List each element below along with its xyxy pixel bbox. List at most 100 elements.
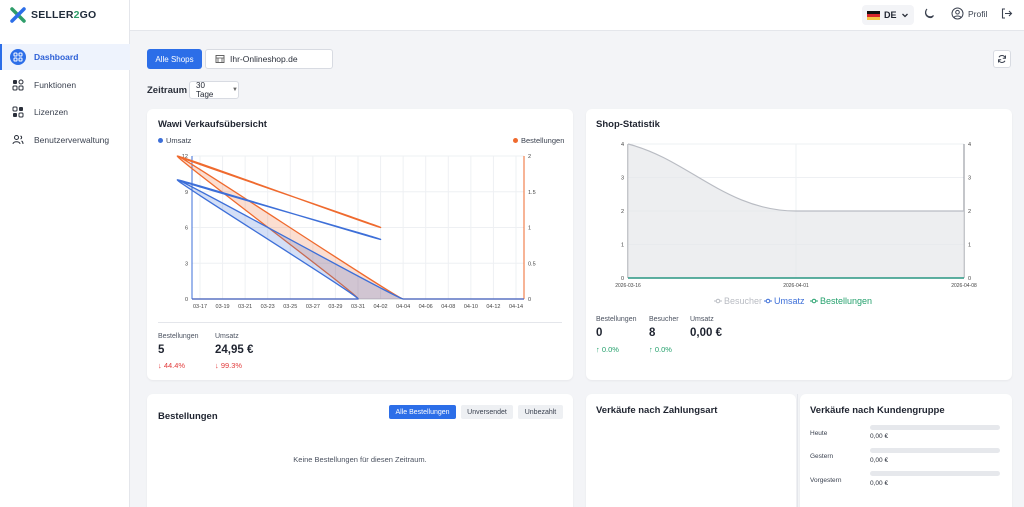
orders-card-title: Bestellungen bbox=[158, 411, 218, 422]
y-left-tick-label: 0 bbox=[621, 276, 624, 282]
legend-umsatz[interactable]: Umsatz bbox=[158, 136, 191, 145]
y-left-tick-label: 4 bbox=[621, 142, 624, 148]
german-flag-icon bbox=[867, 10, 880, 20]
orders-empty-message: Keine Bestellungen für diesen Zeitraum. bbox=[293, 455, 427, 464]
top-bar: DE Profil bbox=[130, 0, 1024, 31]
y-right-tick-label: 2 bbox=[528, 154, 531, 160]
caret-down-icon: ▼ bbox=[232, 87, 238, 93]
period-select-value: 30 Tage bbox=[196, 81, 214, 99]
shop-stats-title: Shop-Statistik bbox=[596, 119, 660, 130]
y-right-tick-label: 0 bbox=[528, 297, 531, 303]
y-left-tick-label: 3 bbox=[621, 176, 624, 182]
functions-icon bbox=[10, 77, 26, 93]
y-right-tick-label: 2 bbox=[968, 209, 971, 215]
y-left-tick-label: 6 bbox=[185, 226, 188, 232]
dark-mode-toggle[interactable] bbox=[922, 7, 936, 21]
logout-button[interactable] bbox=[1000, 7, 1013, 20]
x-tick-label: 04-10 bbox=[464, 304, 478, 310]
legend-label: Bestellungen bbox=[820, 296, 872, 306]
language-selector[interactable]: DE bbox=[862, 5, 914, 25]
sidebar-item-dashboard[interactable]: Dashboard bbox=[0, 44, 130, 70]
shop-stat-orders-change: ↑ 0.0% bbox=[596, 345, 619, 354]
x-tick-label: 2026-04-01 bbox=[783, 283, 809, 289]
x-tick-label: 03-19 bbox=[216, 304, 230, 310]
legend-label: Bestellungen bbox=[521, 136, 565, 145]
tab-unshipped[interactable]: Unversendet bbox=[461, 405, 513, 419]
shop-stat-visitors-change: ↑ 0.0% bbox=[649, 345, 672, 354]
legend-dot-umsatz bbox=[158, 138, 163, 143]
shop-stat-revenue-label: Umsatz bbox=[690, 316, 714, 323]
customer-group-value: 0,00 € bbox=[870, 433, 889, 440]
shop-selector-value: Ihr-Onlineshop.de bbox=[230, 54, 298, 64]
shop-stat-visitors-label: Besucher bbox=[649, 316, 679, 323]
divider bbox=[158, 322, 562, 323]
stat-orders-change: ↓ 44.4% bbox=[158, 361, 186, 370]
y-left-tick-label: 1 bbox=[621, 243, 624, 249]
payment-card-title: Verkäufe nach Zahlungsart bbox=[596, 405, 718, 416]
x-tick-label: 03-31 bbox=[351, 304, 365, 310]
wawi-sales-chart: 03-17 03-19 03-21 03-23 03-25 03-27 03-29 03-31… bbox=[176, 154, 536, 310]
sidebar-item-label: Funktionen bbox=[34, 80, 77, 90]
profile-label: Profil bbox=[968, 8, 988, 19]
all-shops-button[interactable]: Alle Shops bbox=[147, 49, 202, 69]
customer-group-label: Vorgestern bbox=[810, 477, 842, 484]
customer-group-bar bbox=[870, 448, 1000, 453]
x-tick-label: 2026-03-16 bbox=[615, 283, 641, 289]
moon-icon bbox=[924, 8, 934, 19]
brand-logo[interactable]: SELLER2GO bbox=[10, 7, 96, 23]
x-tick-label: 03-27 bbox=[306, 304, 320, 310]
logout-icon bbox=[1001, 8, 1013, 19]
sidebar: SELLER2GO Dashboard Funktionen Lizenzen … bbox=[0, 0, 130, 507]
sidebar-item-functions[interactable]: Funktionen bbox=[0, 72, 130, 98]
period-select[interactable]: 30 Tage ▼ bbox=[189, 81, 239, 99]
legend-label: Besucher bbox=[724, 296, 762, 306]
stat-revenue-change: ↓ 99.3% bbox=[215, 361, 243, 370]
sidebar-item-label: Dashboard bbox=[34, 52, 79, 62]
y-left-tick-label: 9 bbox=[185, 190, 188, 196]
shop-selector[interactable]: Ihr-Onlineshop.de bbox=[205, 49, 333, 69]
y-right-tick-label: 0 bbox=[968, 276, 971, 282]
shop-stat-visitors-value: 8 bbox=[649, 327, 656, 339]
customer-group-value: 0,00 € bbox=[870, 480, 889, 487]
brand-name: SELLER2GO bbox=[31, 9, 97, 21]
stat-orders-value: 5 bbox=[158, 344, 165, 356]
x-tick-label: 2026-04-08 bbox=[951, 283, 977, 289]
store-icon bbox=[215, 55, 225, 63]
licenses-icon bbox=[10, 104, 26, 120]
x-tick-label: 04-06 bbox=[419, 304, 433, 310]
customer-group-value: 0,00 € bbox=[870, 457, 889, 464]
y-right-tick-label: 3 bbox=[968, 176, 971, 182]
y-right-tick-label: 1 bbox=[968, 243, 971, 249]
shop-stat-orders-label: Bestellungen bbox=[596, 316, 637, 323]
customer-group-bar bbox=[870, 471, 1000, 476]
shop-stat-orders-value: 0 bbox=[596, 327, 603, 339]
y-right-tick-label: 0.5 bbox=[528, 261, 536, 267]
brand-mark-icon bbox=[10, 7, 26, 23]
y-left-tick-label: 2 bbox=[621, 209, 624, 215]
y-left-tick-label: 0 bbox=[185, 297, 188, 303]
x-tick-label: 03-21 bbox=[238, 304, 252, 310]
sidebar-item-licenses[interactable]: Lizenzen bbox=[0, 99, 130, 125]
x-tick-label: 04-08 bbox=[441, 304, 455, 310]
x-tick-label: 04-04 bbox=[396, 304, 410, 310]
sidebar-item-label: Lizenzen bbox=[34, 107, 69, 117]
x-tick-label: 04-14 bbox=[509, 304, 523, 310]
x-tick-label: 04-02 bbox=[374, 304, 388, 310]
y-right-tick-label: 1.5 bbox=[528, 190, 536, 196]
y-right-tick-label: 4 bbox=[968, 142, 971, 148]
customer-group-label: Gestern bbox=[810, 453, 834, 460]
tab-unpaid[interactable]: Unbezahlt bbox=[518, 405, 563, 419]
wawi-card-title: Wawi Verkaufsübersicht bbox=[158, 119, 267, 130]
user-circle-icon bbox=[951, 7, 964, 20]
tab-all-orders[interactable]: Alle Bestellungen bbox=[389, 405, 456, 419]
refresh-button[interactable] bbox=[993, 50, 1011, 68]
legend-bestellungen[interactable]: Bestellungen bbox=[513, 136, 564, 145]
customer-group-label: Heute bbox=[810, 430, 828, 437]
stat-revenue-label: Umsatz bbox=[215, 333, 239, 340]
sidebar-item-user-management[interactable]: Benutzerverwaltung bbox=[0, 127, 130, 153]
stat-revenue-value: 24,95 € bbox=[215, 344, 254, 356]
profile-button[interactable]: Profil bbox=[951, 7, 987, 20]
legend-marker-dot bbox=[715, 298, 721, 304]
x-tick-label: 04-12 bbox=[486, 304, 500, 310]
legend-dot-bestellungen bbox=[513, 138, 518, 143]
